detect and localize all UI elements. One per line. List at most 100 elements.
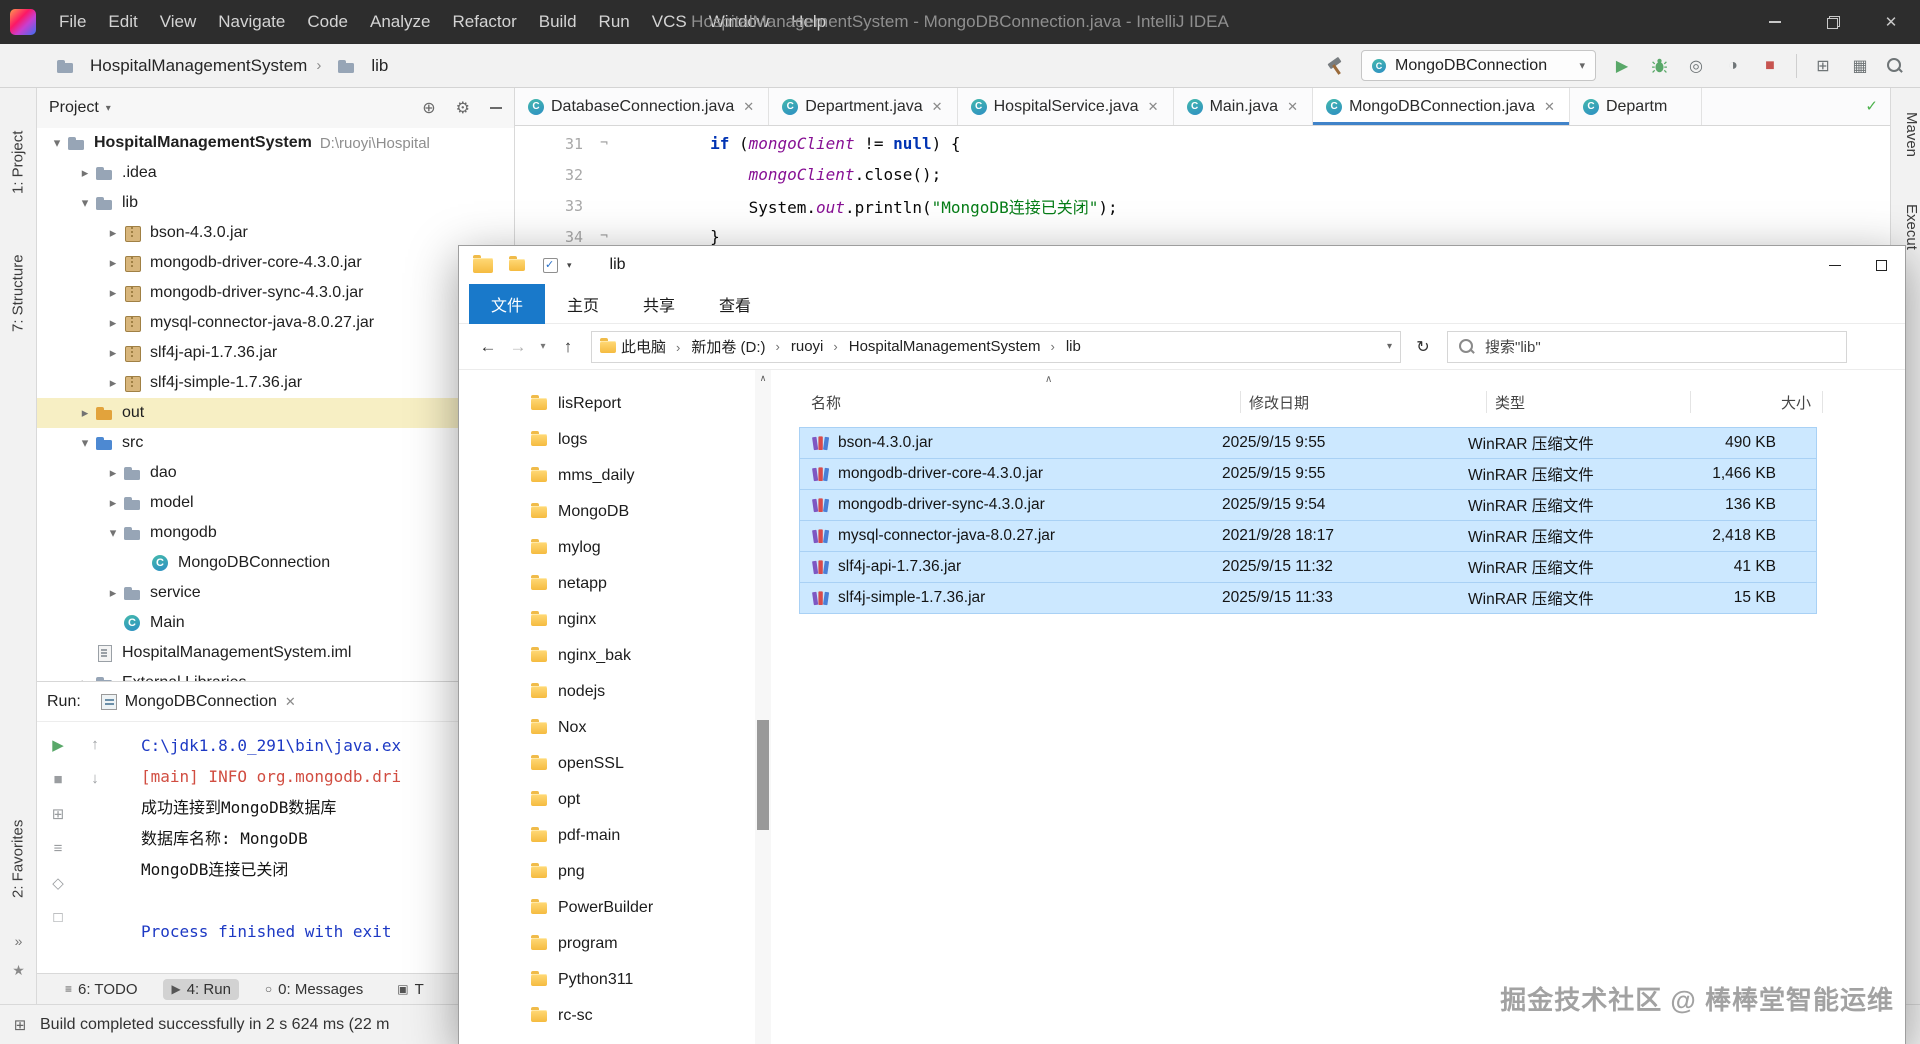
menu-item[interactable]: Edit bbox=[97, 0, 148, 44]
recent-locations-icon[interactable] bbox=[533, 341, 553, 352]
nav-pane-folder[interactable]: png bbox=[459, 854, 753, 890]
tree-expand-icon[interactable] bbox=[75, 165, 95, 181]
nav-pane-folder[interactable]: Python311 bbox=[459, 962, 753, 998]
up-icon[interactable] bbox=[553, 337, 583, 357]
column-header-type[interactable]: 类型 bbox=[1487, 386, 1691, 418]
tree-expand-icon[interactable] bbox=[103, 315, 123, 331]
menu-item[interactable]: Analyze bbox=[359, 0, 441, 44]
ribbon-tab[interactable]: 主页 bbox=[545, 284, 621, 324]
coverage-button[interactable] bbox=[1685, 55, 1707, 77]
run-gutter-icon[interactable]: ≡ bbox=[54, 840, 63, 857]
address-crumb[interactable]: HospitalManagementSystem bbox=[828, 338, 1045, 355]
tree-expand-icon[interactable] bbox=[103, 285, 123, 301]
nav-pane-folder[interactable]: logs bbox=[459, 422, 753, 458]
nav-pane-folder[interactable]: rc-sc bbox=[459, 998, 753, 1034]
stop-button[interactable] bbox=[1759, 55, 1781, 77]
run-console-tab[interactable]: MongoDBConnection bbox=[95, 689, 302, 715]
tree-item[interactable]: model bbox=[37, 488, 514, 518]
run-gutter-icon[interactable]: ▶ bbox=[52, 736, 64, 754]
tool-switcher-icon[interactable] bbox=[0, 1016, 40, 1034]
address-crumb[interactable]: lib bbox=[1046, 338, 1086, 355]
tree-item[interactable]: src bbox=[37, 428, 514, 458]
editor-tab[interactable]: Main.java bbox=[1174, 88, 1314, 125]
tree-expand-icon[interactable] bbox=[75, 195, 95, 211]
chevrons-icon[interactable] bbox=[0, 933, 37, 949]
tree-expand-icon[interactable] bbox=[47, 135, 67, 151]
gear-icon[interactable] bbox=[456, 98, 470, 118]
breadcrumb-item[interactable]: HospitalManagementSystem bbox=[56, 56, 307, 76]
tree-item[interactable]: dao bbox=[37, 458, 514, 488]
chevron-down-icon[interactable]: ▾ bbox=[106, 103, 111, 114]
address-crumb[interactable]: ruoyi bbox=[771, 338, 829, 355]
scroll-up-icon[interactable] bbox=[755, 370, 771, 386]
tab-close-icon[interactable] bbox=[743, 99, 755, 115]
file-row[interactable]: slf4j-api-1.7.36.jar 2025/9/15 11:32 Win… bbox=[799, 551, 1817, 583]
tree-expand-icon[interactable] bbox=[103, 465, 123, 481]
column-header-name[interactable]: 名称 bbox=[803, 386, 1241, 418]
menu-item[interactable]: VCS bbox=[641, 0, 698, 44]
tree-item[interactable]: lib bbox=[37, 188, 514, 218]
file-row[interactable]: mongodb-driver-sync-4.3.0.jar 2025/9/15 … bbox=[799, 489, 1817, 521]
nav-pane-folder[interactable]: program bbox=[459, 926, 753, 962]
tree-item[interactable]: External Libraries bbox=[37, 668, 514, 681]
chevron-down-icon[interactable] bbox=[567, 260, 572, 271]
tree-item[interactable]: service bbox=[37, 578, 514, 608]
tool-window-button[interactable]: ≡ 6: TODO bbox=[57, 979, 145, 1000]
tree-expand-icon[interactable] bbox=[75, 435, 95, 451]
nav-pane-folder[interactable]: openSSL bbox=[459, 746, 753, 782]
tree-expand-icon[interactable] bbox=[103, 255, 123, 271]
restore-icon[interactable] bbox=[1804, 0, 1862, 44]
menu-item[interactable]: View bbox=[149, 0, 208, 44]
editor-tab[interactable]: HospitalService.java bbox=[958, 88, 1174, 125]
run-gutter-icon[interactable]: □ bbox=[53, 909, 62, 926]
nav-pane-folder[interactable]: Nox bbox=[459, 710, 753, 746]
editor-tab[interactable]: DatabaseConnection.java bbox=[515, 88, 770, 125]
tree-item[interactable]: mongodb bbox=[37, 518, 514, 548]
menu-item[interactable]: File bbox=[48, 0, 97, 44]
run-gutter-icon[interactable]: ◇ bbox=[52, 874, 64, 892]
tool-window-button[interactable]: ▶ 4: Run bbox=[163, 978, 239, 1000]
run-gutter-icon[interactable]: ↓ bbox=[91, 770, 99, 787]
profiler-button[interactable] bbox=[1722, 55, 1744, 77]
menu-item[interactable]: Navigate bbox=[207, 0, 296, 44]
nav-pane-folder[interactable]: PowerBuilder bbox=[459, 890, 753, 926]
layout-grid-icon[interactable] bbox=[1812, 55, 1834, 77]
run-gutter-icon[interactable]: ■ bbox=[53, 771, 62, 788]
editor-tab[interactable]: Departm bbox=[1570, 88, 1703, 125]
address-dropdown-icon[interactable] bbox=[1387, 341, 1392, 352]
nav-pane-folder[interactable]: MongoDB bbox=[459, 494, 753, 530]
tab-close-icon[interactable] bbox=[932, 99, 944, 115]
locate-file-icon[interactable] bbox=[422, 98, 435, 118]
file-row[interactable]: slf4j-simple-1.7.36.jar 2025/9/15 11:33 … bbox=[799, 582, 1817, 614]
quick-access-check-icon[interactable] bbox=[543, 257, 558, 273]
nav-pane-folder[interactable]: lisReport bbox=[459, 386, 753, 422]
tree-item[interactable]: HospitalManagementSystem.iml bbox=[37, 638, 514, 668]
tree-item[interactable]: mongodb-driver-core-4.3.0.jar bbox=[37, 248, 514, 278]
run-config-select[interactable]: MongoDBConnection ▾ bbox=[1361, 50, 1596, 81]
tab-close-icon[interactable] bbox=[1287, 99, 1299, 115]
nav-pane-folder[interactable]: mms_daily bbox=[459, 458, 753, 494]
tree-item[interactable]: slf4j-api-1.7.36.jar bbox=[37, 338, 514, 368]
nav-pane-folder[interactable]: mylog bbox=[459, 530, 753, 566]
minimize-icon[interactable] bbox=[1811, 246, 1858, 284]
nav-pane-folder[interactable]: opt bbox=[459, 782, 753, 818]
run-button[interactable] bbox=[1611, 55, 1633, 77]
nav-pane-folder[interactable]: nginx_bak bbox=[459, 638, 753, 674]
maximize-icon[interactable] bbox=[1858, 246, 1905, 284]
star-icon[interactable] bbox=[0, 962, 37, 979]
project-panel-title[interactable]: Project bbox=[49, 99, 99, 117]
run-gutter-icon[interactable]: ↑ bbox=[91, 736, 99, 753]
tree-expand-icon[interactable] bbox=[103, 225, 123, 241]
nav-pane-folder[interactable]: nodejs bbox=[459, 674, 753, 710]
run-gutter-icon[interactable]: ⊞ bbox=[52, 805, 65, 823]
minimize-icon[interactable] bbox=[1746, 0, 1804, 44]
forward-icon[interactable] bbox=[503, 337, 533, 357]
tool-window-button[interactable]: ○ 0: Messages bbox=[257, 979, 371, 1000]
tree-item[interactable]: mysql-connector-java-8.0.27.jar bbox=[37, 308, 514, 338]
ribbon-tab[interactable]: 共享 bbox=[621, 284, 697, 324]
explorer-search-box[interactable]: 搜索"lib" bbox=[1447, 330, 1847, 363]
file-row[interactable]: bson-4.3.0.jar 2025/9/15 9:55 WinRAR 压缩文… bbox=[799, 427, 1817, 459]
file-row[interactable]: mongodb-driver-core-4.3.0.jar 2025/9/15 … bbox=[799, 458, 1817, 490]
tree-item[interactable]: slf4j-simple-1.7.36.jar bbox=[37, 368, 514, 398]
tree-item[interactable]: bson-4.3.0.jar bbox=[37, 218, 514, 248]
